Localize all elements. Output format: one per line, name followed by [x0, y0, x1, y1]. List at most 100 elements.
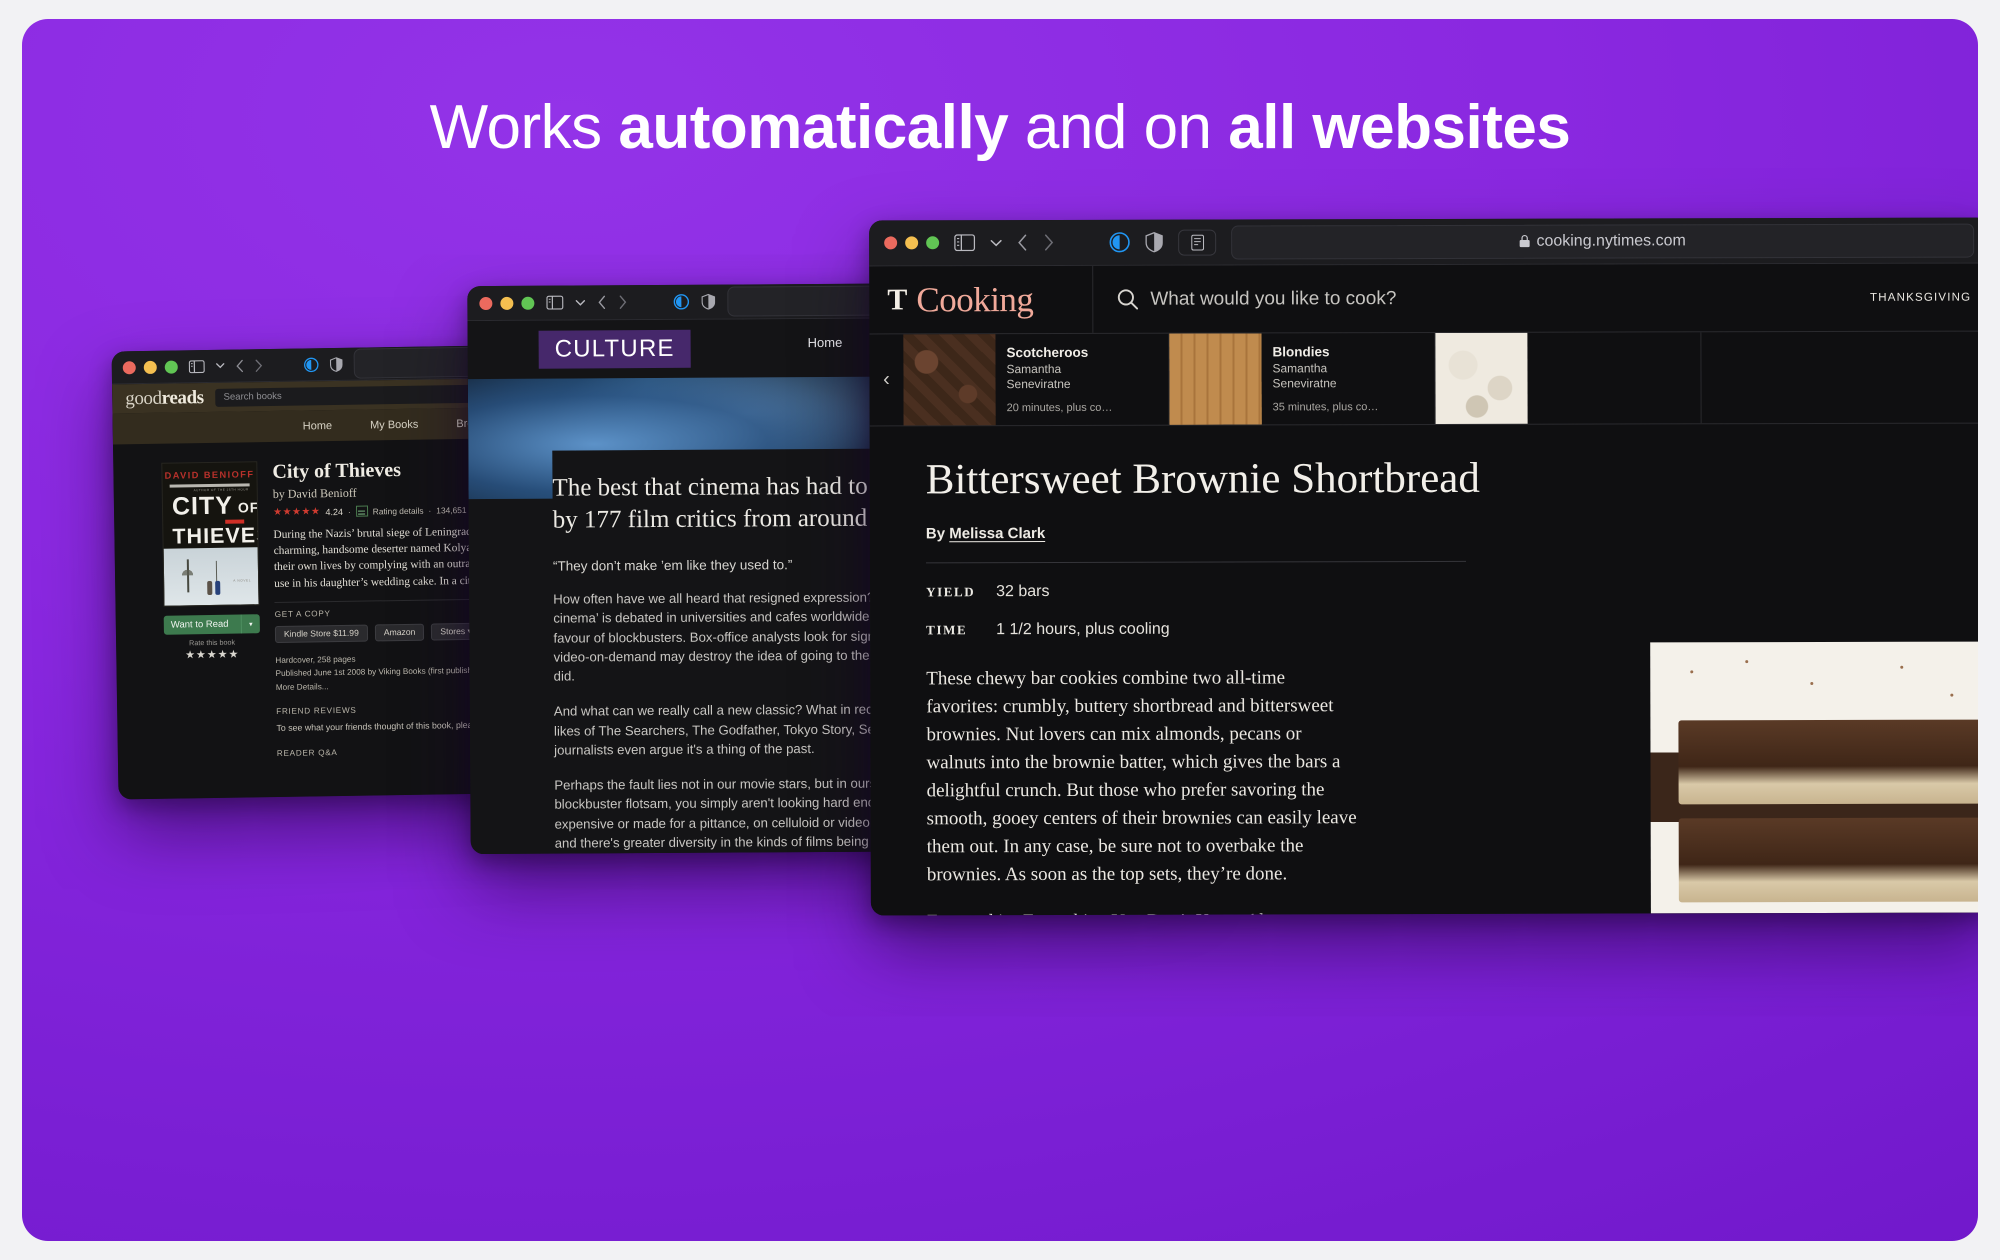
search-placeholder: What would you like to cook? [1150, 288, 1396, 311]
book-cover-image[interactable]: DAVID BENIOFF AUTHOR OF THE 25TH HOUR CI… [161, 461, 259, 606]
close-window-button[interactable] [479, 296, 492, 309]
photo-crumb [1690, 670, 1693, 673]
carousel-prev-button[interactable]: ‹ [869, 334, 903, 425]
nav-item-home[interactable]: Home [808, 335, 843, 350]
want-to-read-button[interactable]: Want to Read ▾ [164, 614, 260, 635]
photo-bar-2 [1679, 818, 1978, 903]
forward-button[interactable] [1043, 234, 1054, 251]
photo-crumb [1745, 660, 1748, 663]
cover-figure-2 [215, 581, 220, 595]
back-button[interactable] [236, 359, 244, 372]
window-traffic-lights[interactable] [884, 236, 939, 249]
search-icon [1117, 289, 1138, 310]
store-amazon-button[interactable]: Amazon [375, 623, 425, 641]
minimize-window-button[interactable] [905, 236, 918, 249]
chevron-down-icon[interactable]: ▾ [241, 614, 260, 633]
cover-illustration [164, 547, 259, 605]
back-button[interactable] [1017, 234, 1028, 251]
rating-value: 4.24 [325, 506, 343, 516]
carousel-card[interactable] [1435, 332, 1701, 424]
nyt-t-logo: T [887, 285, 907, 315]
time-label: TIME [926, 622, 980, 638]
cover-title-line-2: THIEVES [172, 525, 257, 547]
nav-item-home[interactable]: Home [303, 420, 333, 432]
carousel-card[interactable]: Blondies Samantha Seneviratne 35 minutes… [1169, 333, 1435, 425]
forward-button[interactable] [255, 359, 263, 372]
cooking-page: T Cooking What would you like to cook? T… [869, 264, 1978, 916]
photo-crumb [1721, 914, 1724, 915]
recipe-author: Samantha Seneviratne [1272, 361, 1378, 391]
nav-item-my-books[interactable]: My Books [370, 418, 418, 431]
recipe-yield: YIELD 32 bars [926, 581, 1978, 602]
byline-author-link[interactable]: Melissa Clark [949, 525, 1045, 542]
culture-logo[interactable]: CULTURE [539, 330, 691, 369]
cover-author: DAVID BENIOFF [162, 469, 256, 480]
maximize-window-button[interactable] [521, 296, 534, 309]
photo-crumb [1900, 666, 1903, 669]
carousel-card-meta: Scotcheroos Samantha Seneviratne 20 minu… [1006, 345, 1112, 414]
recipe-thumbnail[interactable] [903, 334, 995, 426]
goodreads-logo[interactable]: goodreads [125, 387, 204, 410]
minimize-window-button[interactable] [144, 360, 157, 373]
chevron-down-icon[interactable] [575, 299, 585, 306]
book-sidebar: DAVID BENIOFF AUTHOR OF THE 25TH HOUR CI… [161, 461, 262, 760]
privacy-shield-icon[interactable] [701, 294, 715, 310]
recipe-name[interactable]: Blondies [1272, 344, 1378, 359]
close-window-button[interactable] [884, 236, 897, 249]
maximize-window-button[interactable] [165, 360, 178, 373]
promo-label[interactable]: THANKSGIVING [1870, 291, 1978, 303]
recipe-detail: Bittersweet Brownie Shortbread By Meliss… [870, 424, 1978, 916]
reader-view-toggle-icon[interactable] [1178, 229, 1216, 255]
rating-details-link[interactable]: Rating details [373, 505, 424, 516]
recipe-byline: By Melissa Clark [926, 523, 1978, 543]
search-placeholder: Search books [224, 391, 282, 403]
cooking-logo[interactable]: T Cooking [869, 266, 1093, 334]
reader-mode-icon[interactable] [673, 294, 689, 310]
browser-window-cooking[interactable]: cooking.nytimes.com T Cooking What would… [869, 218, 1978, 916]
back-button[interactable] [597, 295, 606, 309]
featured-label: Featured in: [927, 911, 1023, 916]
search-bar[interactable]: What would you like to cook? [1093, 286, 1870, 310]
cover-novel-label: A NOVEL [233, 578, 251, 582]
browser-toolbar: cooking.nytimes.com [869, 218, 1978, 267]
recipe-photo [1650, 642, 1978, 916]
headline-bold-2: all websites [1228, 93, 1570, 162]
logo-light: good [125, 387, 162, 410]
byline-label: By [926, 526, 949, 543]
carousel-card[interactable]: Scotcheroos Samantha Seneviratne 20 minu… [903, 334, 1169, 426]
recipe-name[interactable]: Scotcheroos [1006, 345, 1112, 360]
window-traffic-lights[interactable] [479, 296, 534, 309]
maximize-window-button[interactable] [926, 236, 939, 249]
minimize-window-button[interactable] [500, 296, 513, 309]
privacy-shield-icon[interactable] [1145, 232, 1163, 253]
featured-link[interactable]: Everything You Don’t Know About [1023, 910, 1293, 915]
chevron-down-icon[interactable] [216, 363, 225, 369]
photo-bar-1 [1678, 720, 1978, 805]
window-traffic-lights[interactable] [123, 360, 178, 374]
privacy-shield-icon[interactable] [330, 356, 343, 371]
store-kindle-button[interactable]: Kindle Store $11.99 [275, 624, 368, 642]
cooking-header: T Cooking What would you like to cook? T… [869, 264, 1978, 335]
recipe-thumbnail[interactable] [1169, 333, 1261, 425]
lock-icon [1519, 235, 1530, 248]
close-window-button[interactable] [123, 361, 136, 374]
address-bar[interactable]: cooking.nytimes.com [1231, 223, 1974, 259]
want-to-read-label: Want to Read [164, 619, 241, 631]
reader-mode-icon[interactable] [1109, 232, 1130, 253]
recipe-author-last: Seneviratne [1007, 377, 1113, 392]
rating-stars: ★★★★★ [273, 506, 320, 518]
recipe-thumbnail[interactable] [1435, 332, 1527, 424]
recipe-author-last: Seneviratne [1273, 376, 1379, 391]
yield-value: 32 bars [996, 583, 1049, 601]
divider [926, 561, 1466, 563]
chevron-down-icon[interactable] [990, 239, 1002, 247]
rate-stars[interactable]: ★★★★★ [164, 647, 260, 662]
headline-part-2: and on [1008, 93, 1228, 162]
sidebar-toggle-icon[interactable] [546, 296, 563, 310]
reader-mode-icon[interactable] [304, 357, 319, 372]
carousel-card-meta: Blondies Samantha Seneviratne 35 minutes… [1272, 344, 1378, 413]
cover-title-line-1: CITYOF [172, 494, 257, 519]
sidebar-toggle-icon[interactable] [189, 360, 205, 373]
forward-button[interactable] [618, 295, 627, 309]
sidebar-toggle-icon[interactable] [954, 234, 975, 251]
